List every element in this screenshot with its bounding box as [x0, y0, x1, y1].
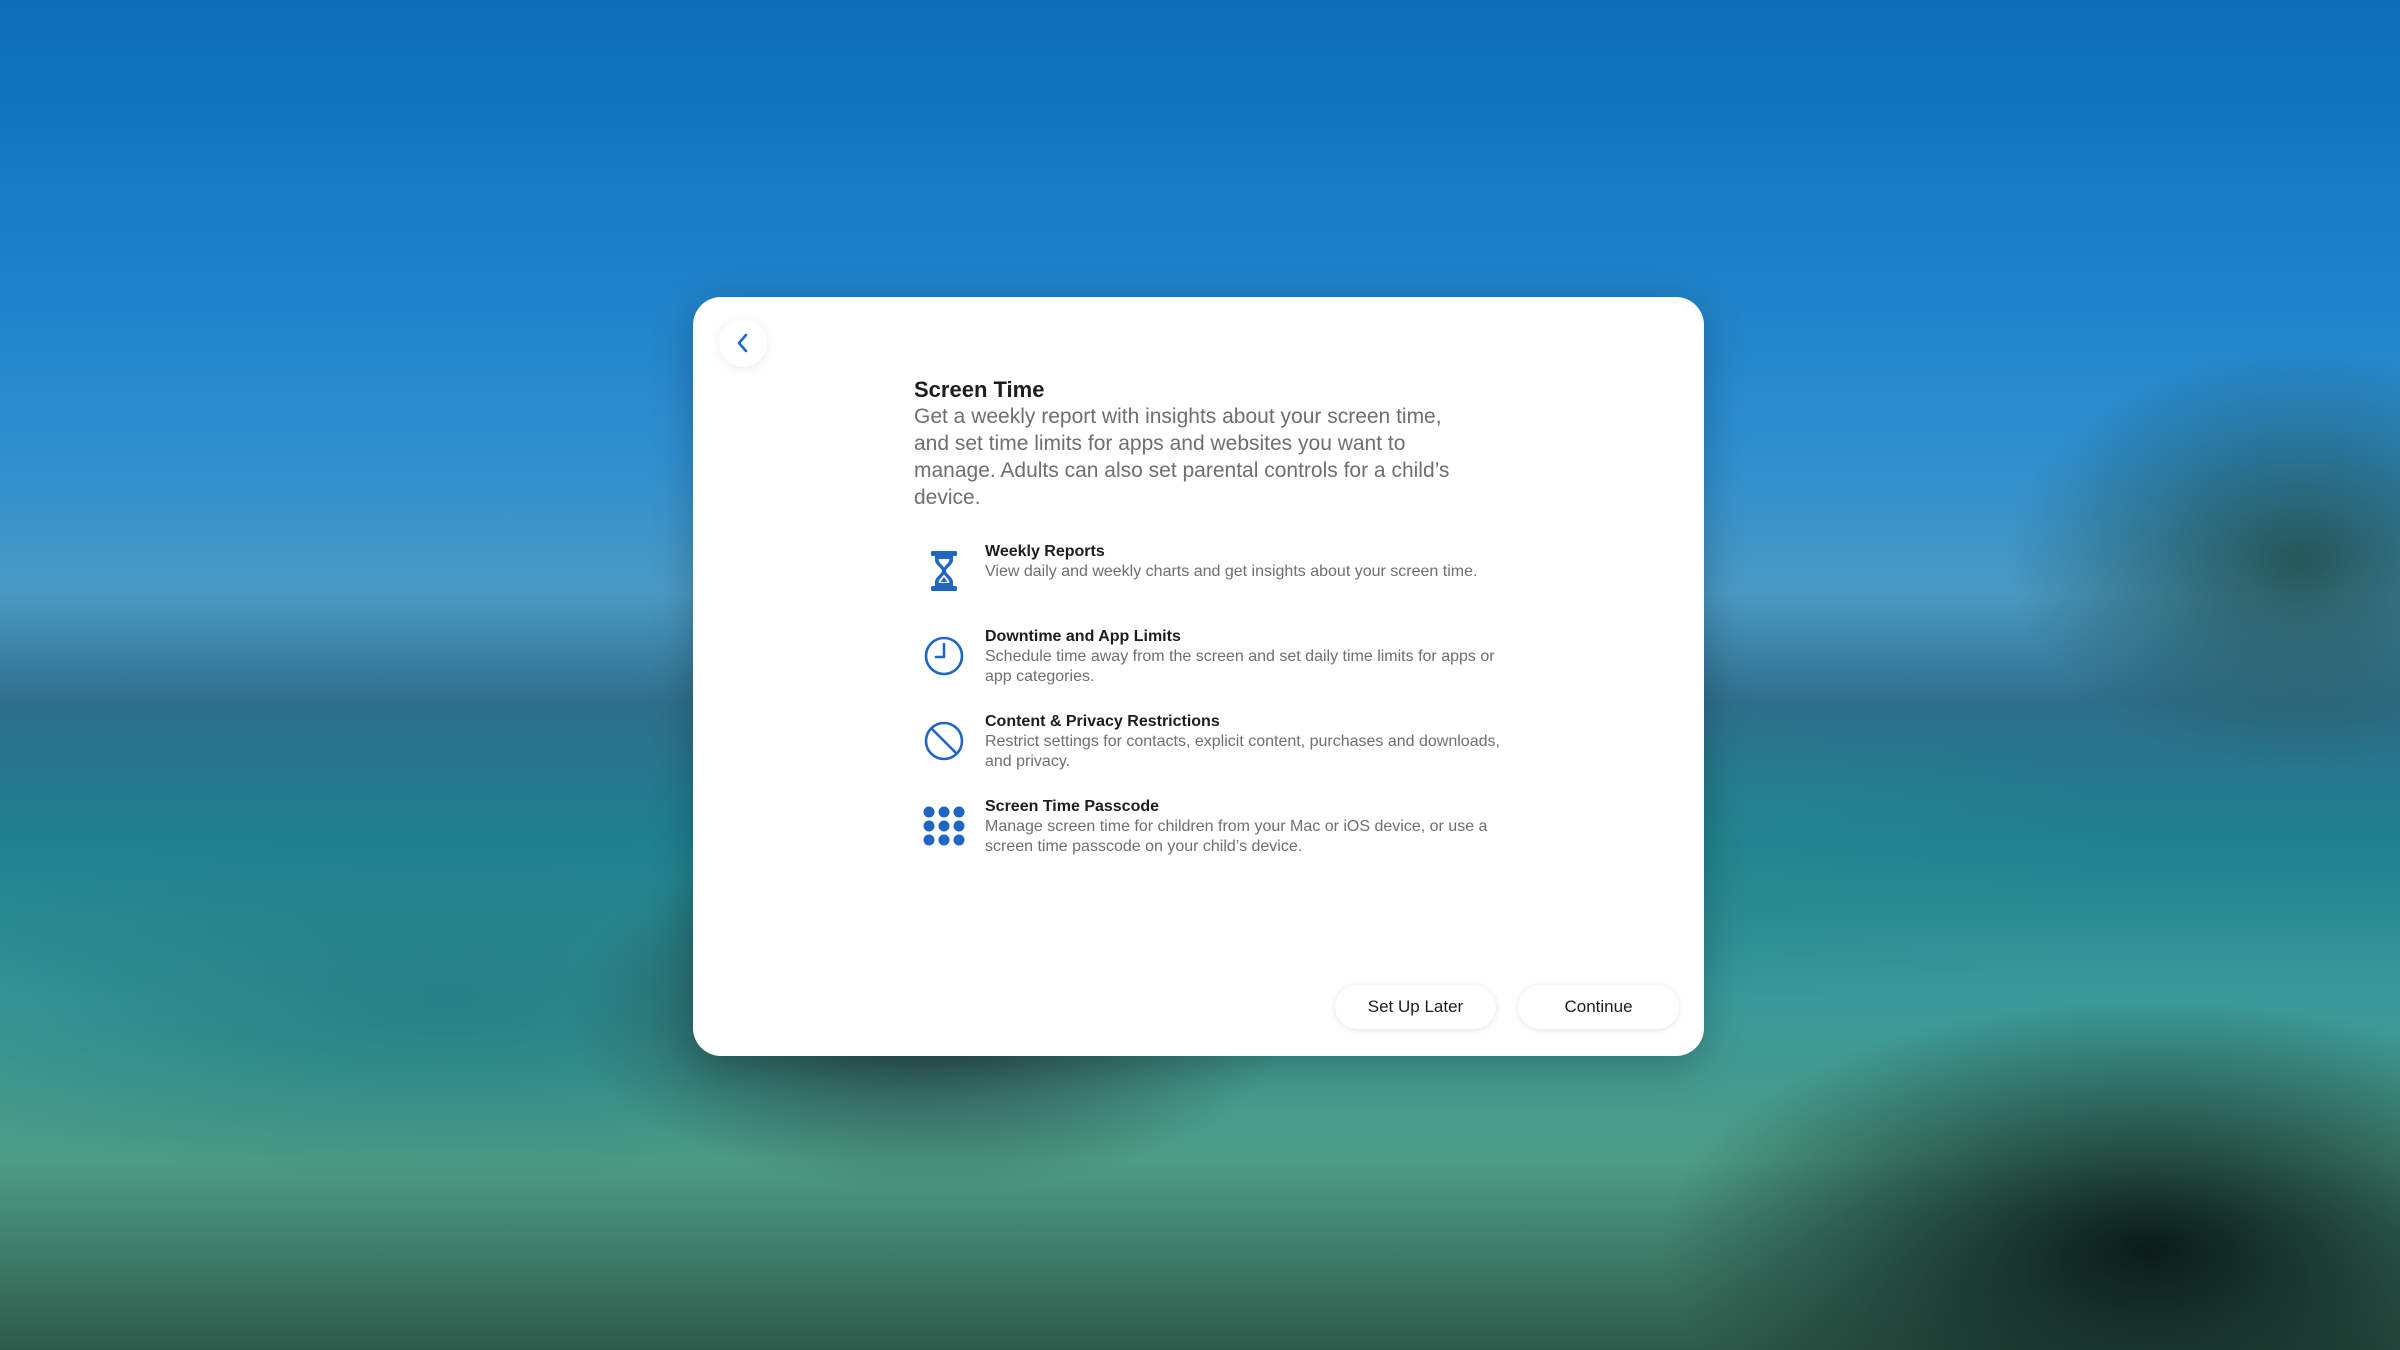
chevron-left-icon	[737, 333, 748, 353]
feature-description: Schedule time away from the screen and s…	[985, 648, 1495, 685]
prohibited-icon	[914, 716, 974, 766]
clock-icon	[914, 631, 974, 681]
feature-passcode: Screen Time Passcode Manage screen time …	[914, 798, 1494, 886]
setup-dialog: Screen Time Get a weekly report with ins…	[693, 297, 1704, 1056]
feature-title: Downtime and App Limits	[985, 628, 1181, 645]
continue-button[interactable]: Continue	[1518, 985, 1679, 1029]
back-button[interactable]	[719, 319, 767, 367]
feature-text: Downtime and App Limits Schedule time aw…	[985, 627, 1505, 687]
feature-text: Content & Privacy Restrictions Restrict …	[985, 712, 1505, 772]
hourglass-icon	[914, 546, 974, 596]
feature-title: Screen Time Passcode	[985, 798, 1160, 815]
page-title: Screen Time	[914, 377, 1045, 402]
feature-list: Weekly Reports View daily and weekly cha…	[914, 543, 1500, 886]
keypad-icon	[914, 801, 974, 851]
feature-description: Restrict settings for contacts, explicit…	[985, 733, 1500, 770]
set-up-later-button[interactable]: Set Up Later	[1335, 985, 1496, 1029]
feature-weekly-reports: Weekly Reports View daily and weekly cha…	[914, 543, 1494, 631]
feature-title: Weekly Reports	[985, 543, 1105, 560]
feature-text: Weekly Reports View daily and weekly cha…	[985, 542, 1505, 582]
screen-time-content: Screen Time Get a weekly report with ins…	[914, 376, 1500, 886]
feature-description: Manage screen time for children from you…	[985, 818, 1488, 855]
page-description: Get a weekly report with insights about …	[914, 405, 1450, 509]
feature-content-privacy: Content & Privacy Restrictions Restrict …	[914, 713, 1500, 801]
feature-title: Content & Privacy Restrictions	[985, 713, 1220, 730]
feature-text: Screen Time Passcode Manage screen time …	[985, 797, 1505, 857]
feature-downtime-app-limits: Downtime and App Limits Schedule time aw…	[914, 628, 1495, 716]
feature-description: View daily and weekly charts and get ins…	[985, 563, 1478, 580]
